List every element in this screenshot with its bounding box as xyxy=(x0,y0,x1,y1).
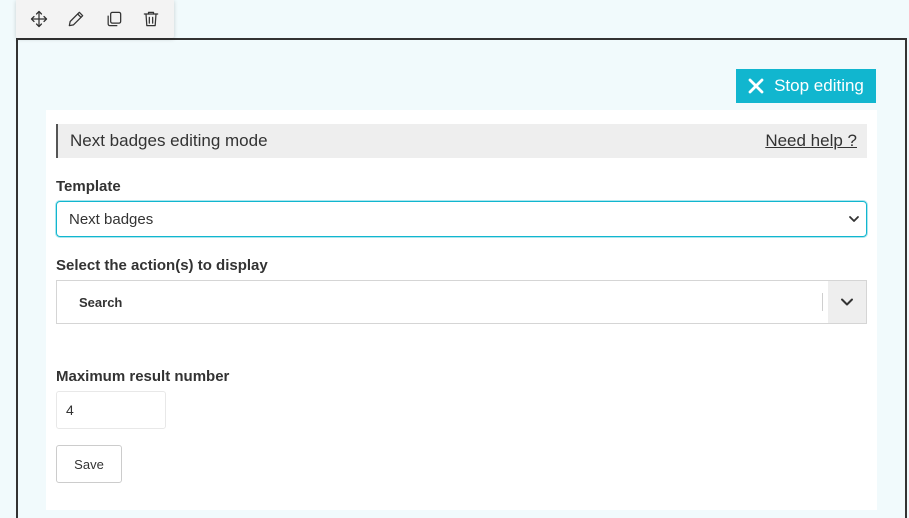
move-button[interactable] xyxy=(25,5,53,33)
save-button[interactable]: Save xyxy=(56,445,122,483)
duplicate-button[interactable] xyxy=(100,5,128,33)
need-help-link[interactable]: Need help ? xyxy=(765,131,857,151)
page: Stop editing Next badges editing mode Ne… xyxy=(0,0,909,518)
delete-icon xyxy=(143,11,159,27)
max-result-input[interactable]: 4 xyxy=(56,391,166,429)
actions-divider xyxy=(822,293,823,311)
template-label: Template xyxy=(56,178,121,195)
actions-selected-value: Search xyxy=(79,294,123,310)
template-selected-value: Next badges xyxy=(69,210,154,228)
close-icon xyxy=(748,78,764,94)
stop-editing-label: Stop editing xyxy=(774,76,864,95)
edit-button[interactable] xyxy=(62,5,90,33)
actions-label: Select the action(s) to display xyxy=(56,257,268,274)
editing-panel: Next badges editing mode Need help ? Tem… xyxy=(46,110,877,510)
template-select[interactable]: Next badges xyxy=(56,201,867,237)
actions-select[interactable]: Search xyxy=(56,280,867,324)
duplicate-icon xyxy=(107,11,122,27)
widget-frame: Stop editing Next badges editing mode Ne… xyxy=(16,38,907,518)
stop-editing-button[interactable]: Stop editing xyxy=(736,69,876,103)
actions-dropdown-toggle[interactable] xyxy=(828,281,866,323)
widget-toolbar xyxy=(16,0,174,38)
max-result-label: Maximum result number xyxy=(56,368,230,385)
editing-header: Next badges editing mode Need help ? xyxy=(56,124,867,158)
delete-button[interactable] xyxy=(137,5,165,33)
chevron-down-icon xyxy=(849,216,859,222)
move-icon xyxy=(30,10,47,28)
edit-icon xyxy=(68,11,84,27)
editing-mode-title: Next badges editing mode xyxy=(70,131,268,150)
chevron-down-icon xyxy=(841,298,853,306)
